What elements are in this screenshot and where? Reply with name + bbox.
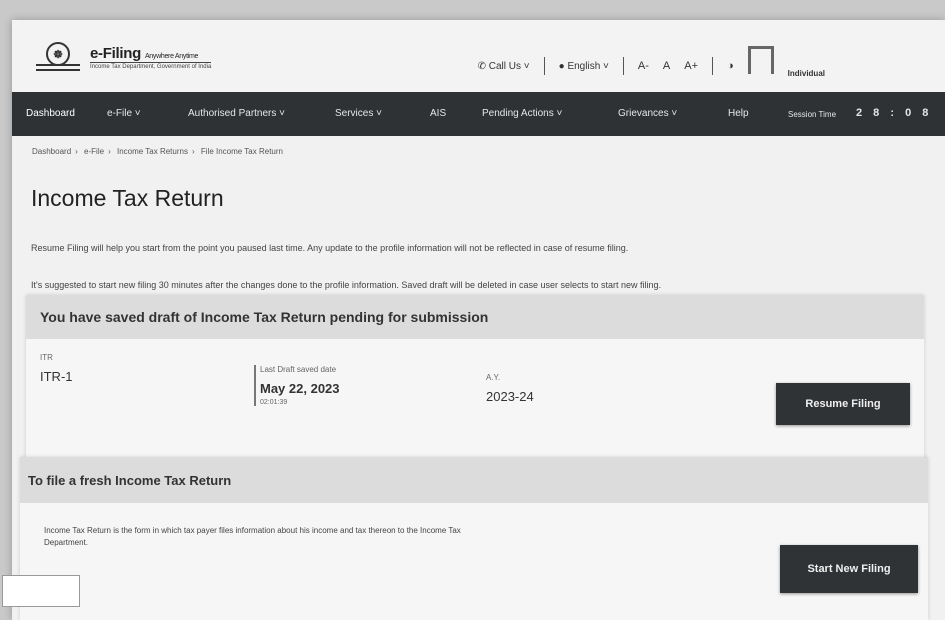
new-filing-info-text: It's suggested to start new filing 30 mi… <box>31 280 662 290</box>
font-increase-button[interactable]: A+ <box>684 60 698 72</box>
ay-label: A.Y. <box>486 373 501 382</box>
ay-value: 2023-24 <box>486 389 534 404</box>
page-container: ☸ e-Filing Anywhere Anytime Income Tax De… <box>12 20 945 620</box>
nav-item-authorised-partners[interactable]: Authorised Partners ˅ <box>188 108 285 119</box>
globe-icon: ● <box>558 60 565 72</box>
saved-draft-card: You have saved draft of Income Tax Retur… <box>26 295 924 465</box>
phone-icon: ✆ <box>477 60 486 72</box>
resume-filing-button[interactable]: Resume Filing <box>776 383 910 425</box>
last-saved-time: 02:01:39 <box>260 399 288 406</box>
font-decrease-button[interactable]: A- <box>638 60 649 72</box>
breadcrumb-efile[interactable]: e-File <box>84 147 104 156</box>
fresh-filing-description: Income Tax Return is the form in which t… <box>44 526 461 547</box>
breadcrumb-income-tax-returns[interactable]: Income Tax Returns <box>117 147 188 156</box>
language-select[interactable]: ● English ˅ <box>559 61 609 72</box>
efiling-logo[interactable]: ☸ e-Filing Anywhere Anytime Income Tax De… <box>34 42 212 72</box>
user-name: Individual <box>787 68 825 78</box>
session-time-label: Session Time <box>788 110 837 119</box>
brand-name: e-Filing <box>90 44 141 62</box>
font-normal-button[interactable]: A <box>663 60 670 72</box>
breadcrumb-current: File Income Tax Return <box>200 147 283 156</box>
divider <box>712 57 713 75</box>
utility-bar: ✆ Call Us ˅ ● English ˅ A- A A+ ◑ Indivi… <box>478 46 945 80</box>
saved-draft-heading: You have saved draft of Income Tax Retur… <box>26 295 924 339</box>
nav-item-ais[interactable]: AIS <box>430 108 446 119</box>
breadcrumb-dashboard[interactable]: Dashboard <box>32 147 71 156</box>
ay-field: A.Y. 2023-24 <box>486 373 534 404</box>
contrast-icon[interactable]: ◑ <box>727 60 734 72</box>
header: ☸ e-Filing Anywhere Anytime Income Tax De… <box>12 20 945 92</box>
nav-item-dashboard[interactable]: Dashboard <box>26 108 75 119</box>
language-label: English <box>567 60 601 72</box>
nav-item-services[interactable]: Services ˅ <box>335 108 382 119</box>
fresh-filing-heading: To file a fresh Income Tax Return <box>20 457 928 503</box>
divider <box>622 57 624 75</box>
itr-value: ITR-1 <box>40 369 73 384</box>
last-saved-date: May 22, 2023 <box>260 381 340 396</box>
itr-label: ITR <box>40 353 53 362</box>
call-us-label: Call Us <box>488 60 521 72</box>
page-title: Income Tax Return <box>31 185 224 211</box>
nav-item-grievances[interactable]: Grievances ˅ <box>618 108 677 119</box>
session-timer: 2 8 : 0 8 <box>856 107 933 119</box>
nav-item-efile[interactable]: e-File ˅ <box>107 108 141 119</box>
department-name: Income Tax Department, Government of Ind… <box>90 61 212 70</box>
itr-field: ITR ITR-1 <box>40 353 73 384</box>
avatar[interactable] <box>747 46 774 74</box>
breadcrumb: Dashboard › e-File › Income Tax Returns › F… <box>32 147 283 156</box>
resume-info-text: Resume Filing will help you start from t… <box>31 243 629 253</box>
brand-tagline: Anywhere Anytime <box>144 52 199 60</box>
main-nav: Dashboard e-File ˅ Authorised Partners ˅… <box>12 92 945 136</box>
nav-item-help[interactable]: Help <box>728 108 749 119</box>
fresh-filing-card: To file a fresh Income Tax Return Income… <box>20 457 928 620</box>
emblem-icon: ☸ <box>34 42 82 72</box>
divider <box>543 57 545 75</box>
start-new-filing-button[interactable]: Start New Filing <box>780 545 918 593</box>
last-saved-field: Last Draft saved date May 22, 2023 02:01… <box>254 365 340 406</box>
call-us-button[interactable]: ✆ Call Us ˅ <box>478 61 530 72</box>
back-button[interactable] <box>2 575 80 607</box>
last-saved-label: Last Draft saved date <box>260 365 337 374</box>
nav-item-pending-actions[interactable]: Pending Actions ˅ <box>482 108 562 119</box>
